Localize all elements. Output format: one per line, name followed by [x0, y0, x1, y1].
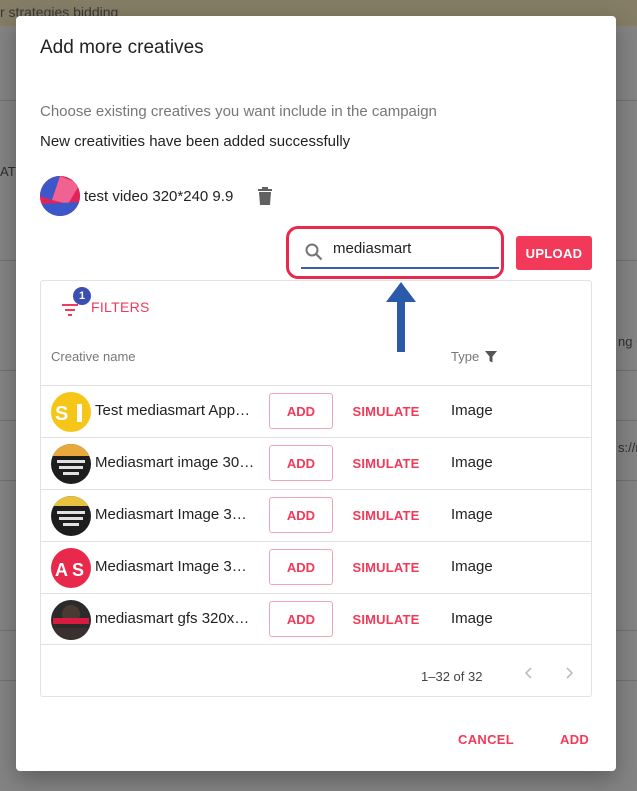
add-creatives-dialog: Add more creatives Choose existing creat…: [16, 16, 616, 771]
creative-type: Image: [451, 454, 493, 471]
search-underline: [301, 267, 499, 269]
table-row: S Test mediasmart App… ADD SIMULATE Imag…: [41, 385, 591, 437]
creative-thumbnail: [51, 444, 91, 484]
creative-name: Mediasmart Image 3…: [95, 506, 247, 523]
success-message: New creativities have been added success…: [40, 133, 351, 150]
table-row: Mediasmart Image 3… ADD SIMULATE Image: [41, 489, 591, 541]
simulate-button[interactable]: SIMULATE: [341, 393, 431, 429]
creative-type: Image: [451, 558, 493, 575]
creative-thumbnail: A S: [51, 548, 91, 588]
creative-type: Image: [451, 610, 493, 627]
column-header-type[interactable]: Type: [451, 349, 498, 364]
chevron-right-icon[interactable]: [561, 665, 577, 686]
table-row: mediasmart gfs 320x… ADD SIMULATE Image: [41, 593, 591, 645]
column-header-type-label: Type: [451, 349, 480, 364]
add-button[interactable]: ADD: [269, 393, 333, 429]
add-button[interactable]: ADD: [269, 549, 333, 585]
search-input[interactable]: [333, 240, 493, 257]
creative-type: Image: [451, 506, 493, 523]
creative-type: Image: [451, 402, 493, 419]
column-header-creative-name[interactable]: Creative name: [51, 349, 136, 364]
creative-thumbnail: [51, 600, 91, 640]
search-field: [286, 226, 504, 279]
dialog-subtitle: Choose existing creatives you want inclu…: [40, 103, 437, 120]
simulate-button[interactable]: SIMULATE: [341, 549, 431, 585]
svg-text:S: S: [55, 403, 68, 425]
add-button[interactable]: ADD: [269, 497, 333, 533]
selected-creative-name: test video 320*240 9.9: [84, 187, 234, 205]
dialog-title: Add more creatives: [40, 37, 204, 58]
simulate-button[interactable]: SIMULATE: [341, 497, 431, 533]
filters-label: FILTERS: [91, 299, 150, 315]
upload-button[interactable]: UPLOAD: [516, 236, 592, 270]
add-button[interactable]: ADD: [560, 732, 589, 747]
creative-thumbnail: [51, 496, 91, 536]
table-body: S Test mediasmart App… ADD SIMULATE Imag…: [41, 385, 591, 645]
creative-thumbnail: [40, 176, 80, 216]
cancel-button[interactable]: CANCEL: [458, 732, 514, 747]
filter-list-icon: 1: [61, 287, 91, 317]
filters-button[interactable]: 1 FILTERS: [61, 287, 150, 317]
creative-name: Test mediasmart App…: [95, 402, 251, 419]
selected-creative: test video 320*240 9.9: [40, 176, 273, 216]
search-icon: [305, 243, 323, 266]
table-row: A S Mediasmart Image 3… ADD SIMULATE Ima…: [41, 541, 591, 593]
creative-name: Mediasmart image 30…: [95, 454, 255, 471]
filter-funnel-icon[interactable]: [485, 350, 498, 363]
pagination-range: 1–32 of 32: [421, 669, 483, 684]
creative-name: mediasmart gfs 320x…: [95, 610, 250, 627]
chevron-left-icon[interactable]: [521, 665, 537, 686]
simulate-button[interactable]: SIMULATE: [341, 601, 431, 637]
table-row: Mediasmart image 30… ADD SIMULATE Image: [41, 437, 591, 489]
creative-thumbnail: S: [51, 392, 91, 432]
delete-icon[interactable]: [257, 187, 273, 205]
simulate-button[interactable]: SIMULATE: [341, 445, 431, 481]
creative-name: Mediasmart Image 3…: [95, 558, 247, 575]
svg-text:A: A: [55, 560, 68, 580]
add-button[interactable]: ADD: [269, 445, 333, 481]
annotation-arrow-icon: [386, 282, 416, 352]
add-button[interactable]: ADD: [269, 601, 333, 637]
svg-text:S: S: [72, 560, 84, 580]
filter-count-badge: 1: [73, 287, 91, 305]
creatives-table: 1 FILTERS Creative name Type S Test medi…: [40, 280, 592, 697]
